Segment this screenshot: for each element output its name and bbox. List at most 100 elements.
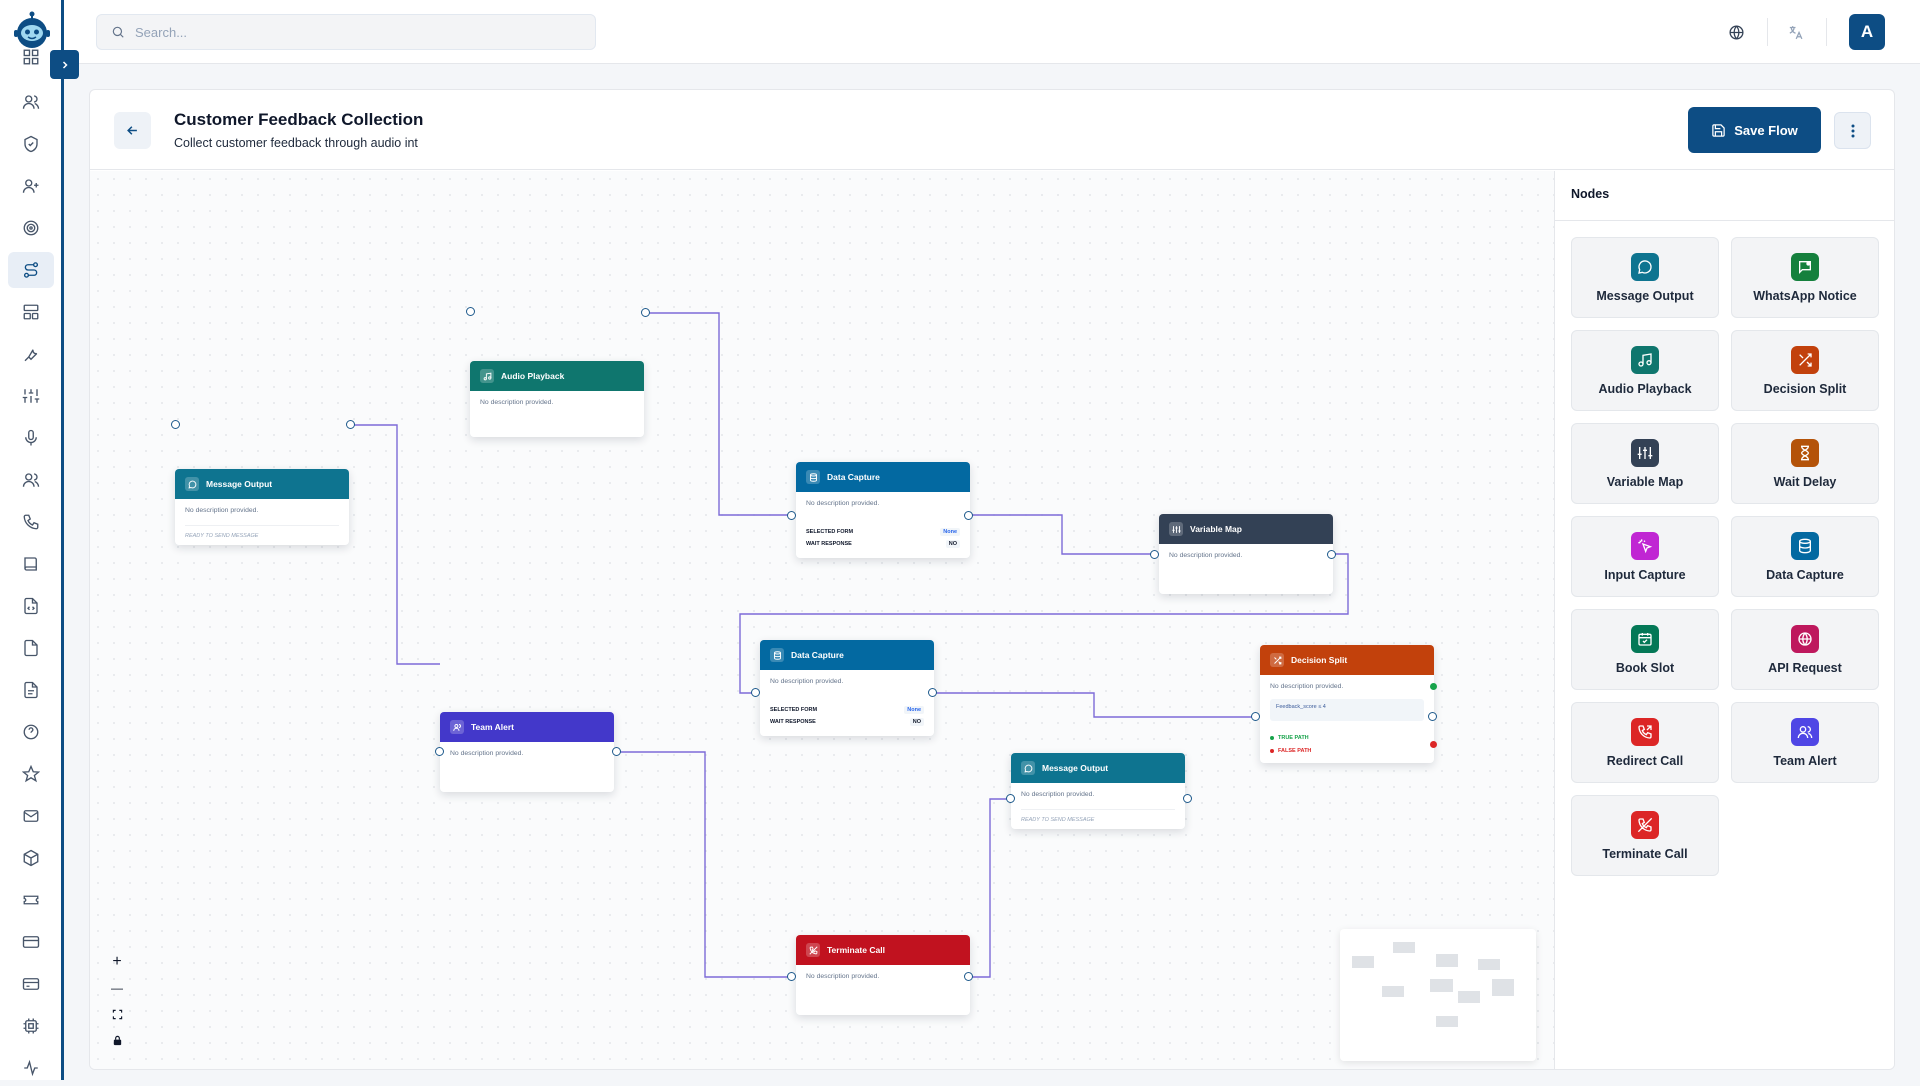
sidebar-item-mail[interactable] (8, 798, 54, 834)
node-audio-playback[interactable]: Audio Playback No description provided. (470, 361, 644, 437)
whatsapp-message-icon (1791, 252, 1819, 281)
palette-redirect-call[interactable]: Redirect Call (1571, 702, 1719, 783)
node-decision-split[interactable]: Decision Split No description provided. … (1260, 645, 1434, 763)
input-port[interactable] (1150, 550, 1159, 559)
search-input[interactable] (135, 24, 575, 40)
minimap[interactable] (1340, 929, 1536, 1061)
input-port[interactable] (435, 747, 444, 756)
output-port[interactable] (1428, 712, 1437, 721)
palette-wait-delay[interactable]: Wait Delay (1731, 423, 1879, 504)
palette-decision-split[interactable]: Decision Split (1731, 330, 1879, 411)
sidebar-item-tools[interactable] (8, 336, 54, 372)
input-port[interactable] (787, 511, 796, 520)
node-message-output[interactable]: Message Output No description provided. … (1011, 753, 1185, 829)
node-data-capture[interactable]: Data Capture No description provided. SE… (796, 462, 970, 558)
sidebar-item-scripts[interactable] (8, 588, 54, 624)
robot-logo[interactable] (12, 10, 52, 50)
palette-variable-map[interactable]: Variable Map (1571, 423, 1719, 504)
sidebar-item-flows[interactable] (8, 252, 54, 288)
sidebar-item-packages[interactable] (8, 840, 54, 876)
sidebar-item-calls[interactable] (8, 504, 54, 540)
save-flow-button[interactable]: Save Flow (1688, 107, 1821, 153)
node-title: Decision Split (1291, 655, 1348, 665)
sidebar (0, 0, 79, 1080)
minimap-node (1478, 959, 1500, 970)
minimap-node (1382, 986, 1404, 997)
search-bar[interactable] (96, 14, 596, 50)
help-circle-icon (23, 724, 39, 740)
star-icon (22, 765, 40, 783)
translate-button[interactable] (1784, 21, 1806, 43)
node-title: Terminate Call (827, 945, 885, 955)
palette-api-request[interactable]: API Request (1731, 609, 1879, 690)
sidebar-item-documents[interactable] (8, 630, 54, 666)
sidebar-item-billing[interactable] (8, 924, 54, 960)
shuffle-icon (1270, 653, 1284, 667)
input-port[interactable] (1251, 712, 1260, 721)
output-port[interactable] (964, 511, 973, 520)
output-port[interactable] (1183, 794, 1192, 803)
wrench-icon (24, 349, 38, 362)
sidebar-item-security[interactable] (8, 126, 54, 162)
output-port[interactable] (641, 308, 650, 317)
sidebar-item-favorites[interactable] (8, 756, 54, 792)
palette-terminate-call[interactable]: Terminate Call (1571, 795, 1719, 876)
node-data-capture[interactable]: Data Capture No description provided. SE… (760, 640, 934, 736)
zoom-out-button[interactable]: — (106, 977, 128, 999)
output-port[interactable] (612, 747, 621, 756)
palette-message-output[interactable]: Message Output (1571, 237, 1719, 318)
palette-data-capture[interactable]: Data Capture (1731, 516, 1879, 597)
sidebar-item-targets[interactable] (8, 210, 54, 246)
sidebar-item-users[interactable] (8, 84, 54, 120)
flow-canvas[interactable]: Message Output No description provided. … (90, 171, 1554, 1069)
output-port[interactable] (346, 420, 355, 429)
sidebar-item-layouts[interactable] (8, 294, 54, 330)
input-port[interactable] (466, 307, 475, 316)
back-button[interactable] (114, 112, 151, 149)
node-header: Message Output (175, 469, 349, 499)
lock-button[interactable] (106, 1029, 128, 1051)
sidebar-item-integrations[interactable] (8, 1008, 54, 1044)
language-button[interactable] (1725, 21, 1747, 43)
node-terminate-call[interactable]: Terminate Call No description provided. (796, 935, 970, 1015)
input-port[interactable] (787, 972, 796, 981)
node-message-output[interactable]: Message Output No description provided. … (175, 469, 349, 545)
input-port[interactable] (751, 688, 760, 697)
node-team-alert[interactable]: Team Alert No description provided. (440, 712, 614, 792)
palette-audio-playback[interactable]: Audio Playback (1571, 330, 1719, 411)
node-variable-map[interactable]: Variable Map No description provided. (1159, 514, 1333, 594)
false-path-port[interactable] (1430, 741, 1437, 748)
palette-label: Terminate Call (1602, 846, 1688, 861)
more-options-button[interactable] (1834, 112, 1871, 149)
true-path-port[interactable] (1430, 683, 1437, 690)
sidebar-item-analytics[interactable] (8, 1050, 54, 1086)
output-port[interactable] (964, 972, 973, 981)
input-port[interactable] (171, 420, 180, 429)
phone-off-icon (1631, 810, 1659, 839)
zoom-in-button[interactable]: + (106, 951, 128, 973)
palette-whatsapp-notice[interactable]: WhatsApp Notice (1731, 237, 1879, 318)
input-port[interactable] (1006, 794, 1015, 803)
output-port[interactable] (928, 688, 937, 697)
palette-team-alert[interactable]: Team Alert (1731, 702, 1879, 783)
sidebar-item-settings[interactable] (8, 378, 54, 414)
fit-view-button[interactable] (106, 1003, 128, 1025)
node-description: No description provided. (185, 507, 259, 514)
message-circle-icon (185, 477, 199, 491)
sidebar-item-tickets[interactable] (8, 882, 54, 918)
palette-input-capture[interactable]: Input Capture (1571, 516, 1719, 597)
sidebar-item-contacts[interactable] (8, 462, 54, 498)
sidebar-item-voice[interactable] (8, 420, 54, 456)
sidebar-item-knowledge[interactable] (8, 546, 54, 582)
node-description: No description provided. (480, 399, 554, 406)
sidebar-item-help[interactable] (8, 714, 54, 750)
node-header: Data Capture (760, 640, 934, 670)
sidebar-item-add-user[interactable] (8, 168, 54, 204)
user-avatar[interactable]: A (1849, 14, 1885, 50)
sidebar-item-dashboard[interactable] (8, 46, 54, 68)
palette-book-slot[interactable]: Book Slot (1571, 609, 1719, 690)
sidebar-item-payments[interactable] (8, 966, 54, 1002)
sidebar-item-reports[interactable] (8, 672, 54, 708)
sidebar-expand-button[interactable] (50, 50, 79, 79)
output-port[interactable] (1327, 550, 1336, 559)
